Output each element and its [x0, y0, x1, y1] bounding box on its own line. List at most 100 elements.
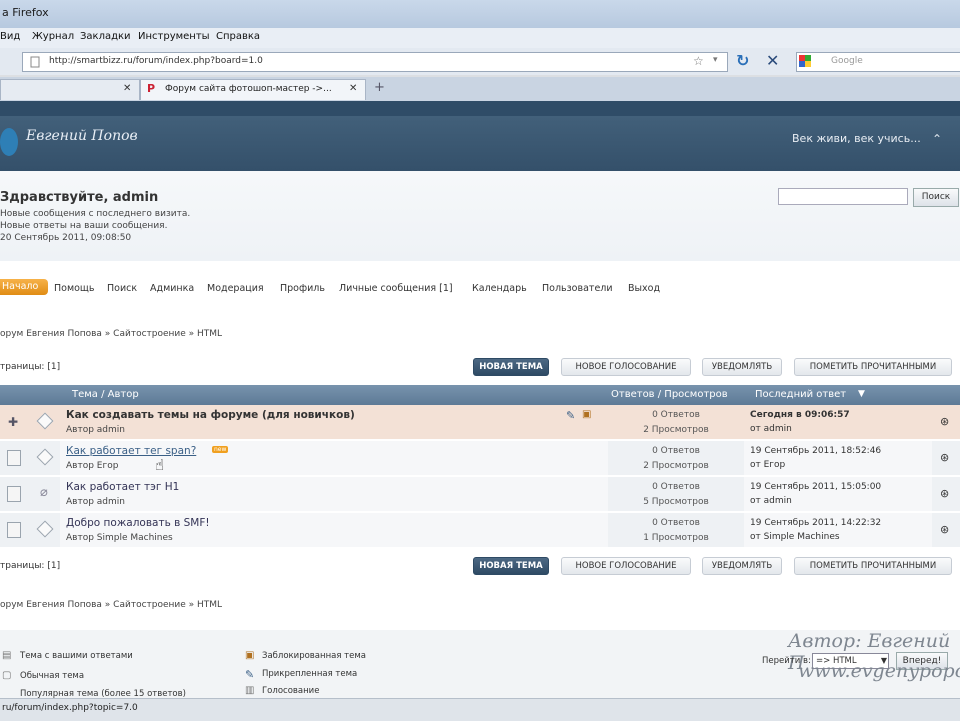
mouse-cursor-icon: ☝ [155, 456, 165, 474]
nav-members[interactable]: Пользователи [542, 283, 613, 294]
last-post-date: 19 Сентябрь 2011, 14:22:32 [750, 518, 882, 528]
last-post-icon[interactable]: ⊛ [940, 523, 949, 536]
pagination[interactable]: траницы: [1] [0, 362, 60, 372]
watermark-site: www.evgenypopov. [798, 660, 960, 682]
nav-logout[interactable]: Выход [628, 283, 660, 294]
pin-icon: ✎ [245, 668, 255, 681]
new-tab-icon[interactable]: + [374, 80, 385, 95]
web-search-input[interactable]: Google [796, 52, 960, 72]
col-last-post[interactable]: Последний ответ [755, 389, 846, 400]
logo-signature[interactable]: Евгений Попов [26, 128, 138, 144]
col-subject[interactable]: Тема / Автор [72, 389, 139, 400]
notify-button-bottom[interactable]: УВЕДОМЛЯТЬ [702, 557, 782, 575]
topic-title[interactable]: Как работает тэг H1 [66, 481, 179, 493]
pagination-bottom[interactable]: траницы: [1] [0, 561, 60, 571]
legend-poll: Голосование [262, 686, 320, 696]
legend-locked: Заблокированная тема [262, 651, 366, 661]
status-url: ru/forum/index.php?topic=7.0 [2, 703, 138, 713]
menu-help[interactable]: Справка [216, 31, 260, 42]
site-favicon-icon: P [147, 82, 156, 95]
last-post-date: Сегодня в 09:06:57 [750, 410, 850, 420]
nav-admin[interactable]: Админка [150, 283, 194, 294]
mark-read-button[interactable]: ПОМЕТИТЬ ПРОЧИТАННЫМИ [794, 358, 952, 376]
breadcrumb-bottom[interactable]: орум Евгения Попова » Сайтостроение » HT… [0, 600, 222, 610]
close-icon[interactable]: ✕ [123, 83, 131, 94]
topic-icon [7, 450, 21, 466]
table-row: Как работает тег span? new Автор Егор 0 … [0, 441, 960, 475]
nav-home[interactable]: Начало [0, 279, 48, 295]
window-title: a Firefox [2, 6, 49, 19]
menu-tools[interactable]: Инструменты [138, 31, 210, 42]
last-post-icon[interactable]: ⊛ [940, 415, 949, 428]
topic-title[interactable]: Как работает тег span? [66, 445, 196, 457]
collapse-header-icon[interactable]: ⌃ [932, 132, 942, 146]
table-row: Добро пожаловать в SMF! Автор Simple Mac… [0, 513, 960, 547]
logo-icon [0, 128, 18, 156]
close-icon[interactable]: ✕ [349, 83, 357, 94]
page-icon [30, 56, 40, 68]
replied-topic-icon: ▤ [2, 650, 12, 661]
topic-author[interactable]: Автор Simple Machines [66, 533, 173, 543]
topic-author[interactable]: Автор Егор [66, 461, 118, 471]
tab-first[interactable]: ✕ [0, 79, 140, 100]
view-count: 2 Просмотров [643, 425, 709, 435]
legend-replied: Тема с вашими ответами [20, 651, 133, 661]
normal-topic-icon: ▢ [2, 670, 12, 681]
notify-button[interactable]: УВЕДОМЛЯТЬ [702, 358, 782, 376]
new-topic-button-bottom[interactable]: НОВАЯ ТЕМА [473, 557, 549, 575]
nav-profile[interactable]: Профиль [280, 283, 325, 294]
last-post-author[interactable]: от admin [750, 424, 792, 434]
sort-desc-icon[interactable]: ▼ [858, 389, 865, 399]
new-replies-link[interactable]: Новые ответы на ваши сообщения. [0, 221, 167, 231]
col-stats[interactable]: Ответов / Просмотров [611, 389, 728, 400]
tab-forum[interactable]: P Форум сайта фотошоп-мастер ->... ✕ [140, 79, 366, 100]
nav-calendar[interactable]: Календарь [472, 283, 527, 294]
new-topic-button[interactable]: НОВАЯ ТЕМА [473, 358, 549, 376]
menu-view[interactable]: Вид [0, 31, 20, 42]
legend-sticky: Прикрепленная тема [262, 669, 358, 679]
new-posts-link[interactable]: Новые сообщения с последнего визита. [0, 209, 190, 219]
table-row: ⌀ Как работает тэг H1 Автор admin 0 Отве… [0, 477, 960, 511]
last-post-author[interactable]: от Simple Machines [750, 532, 840, 542]
menu-bookmarks[interactable]: Закладки [80, 31, 131, 42]
nav-help[interactable]: Помощь [54, 283, 94, 294]
nav-messages[interactable]: Личные сообщения [1] [339, 283, 453, 294]
menu-bar: Вид Журнал Закладки Инструменты Справка [0, 28, 960, 48]
reload-icon[interactable]: ↻ [736, 51, 749, 70]
new-badge[interactable]: new [212, 446, 229, 453]
view-count: 2 Просмотров [643, 461, 709, 471]
topic-author[interactable]: Автор admin [66, 497, 125, 507]
topic-title[interactable]: Как создавать темы на форуме (для новичк… [66, 409, 355, 421]
post-type-icon [36, 520, 54, 538]
forum-search-input[interactable] [778, 188, 908, 205]
forum-search-button[interactable]: Поиск [913, 188, 959, 207]
mark-read-button-bottom[interactable]: ПОМЕТИТЬ ПРОЧИТАННЫМИ [794, 557, 952, 575]
google-icon [799, 55, 811, 67]
nav-search[interactable]: Поиск [107, 283, 137, 294]
url-bar[interactable]: http://smartbizz.ru/forum/index.php?boar… [22, 52, 728, 72]
attachment-icon: ⌀ [40, 485, 48, 500]
topic-icon [7, 522, 21, 538]
new-poll-button[interactable]: НОВОЕ ГОЛОСОВАНИЕ [561, 358, 691, 376]
legend-normal: Обычная тема [20, 671, 85, 681]
reply-count: 0 Ответов [652, 410, 700, 420]
post-type-icon [36, 448, 54, 466]
last-post-author[interactable]: от admin [750, 496, 792, 506]
stop-icon[interactable]: ✕ [766, 51, 779, 70]
last-post-icon[interactable]: ⊛ [940, 451, 949, 464]
view-count: 1 Просмотров [643, 533, 709, 543]
menu-history[interactable]: Журнал [32, 31, 74, 42]
last-post-author[interactable]: от Егор [750, 460, 785, 470]
breadcrumb[interactable]: орум Евгения Попова » Сайтостроение » HT… [0, 329, 222, 339]
star-icon[interactable]: ☆ [693, 54, 704, 68]
current-time: 20 Сентябрь 2011, 09:08:50 [0, 233, 132, 243]
status-bar: ru/forum/index.php?topic=7.0 [0, 698, 960, 721]
nav-moderation[interactable]: Модерация [207, 283, 264, 294]
tab-label: Форум сайта фотошоп-мастер ->... [165, 84, 332, 94]
new-poll-button-bottom[interactable]: НОВОЕ ГОЛОСОВАНИЕ [561, 557, 691, 575]
topic-title[interactable]: Добро пожаловать в SMF! [66, 517, 210, 529]
last-post-icon[interactable]: ⊛ [940, 487, 949, 500]
window-titlebar: a Firefox [0, 0, 960, 28]
topic-author[interactable]: Автор admin [66, 425, 125, 435]
chevron-down-icon[interactable]: ▾ [713, 55, 718, 65]
